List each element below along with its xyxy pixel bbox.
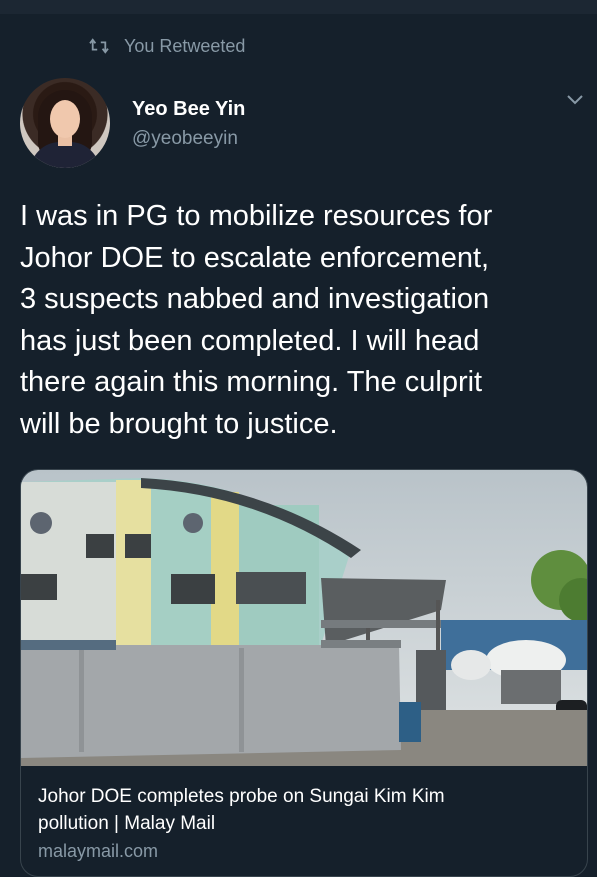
retweet-icon — [89, 38, 109, 54]
tweet-text: I was in PG to mobilize resources for Jo… — [20, 196, 590, 445]
tweet-line: 3 suspects nabbed and investigation — [20, 283, 490, 315]
link-card-body[interactable]: Johor DOE completes probe on Sungai Kim … — [21, 766, 587, 876]
tweet-line: has just been completed. I will head — [20, 324, 480, 357]
user-handle[interactable]: @yeobeeyin — [132, 128, 238, 150]
link-card-title-line: Johor DOE completes probe on Sungai Kim … — [38, 786, 445, 807]
link-card-title[interactable]: Johor DOE completes probe on Sungai Kim … — [38, 783, 568, 837]
link-card-title-line: pollution | Malay Mail — [38, 813, 216, 834]
chevron-down-icon[interactable] — [566, 93, 584, 107]
retweet-label: You Retweeted — [124, 35, 246, 56]
retweet-indicator: You Retweeted — [88, 34, 245, 58]
link-card[interactable]: Johor DOE completes probe on Sungai Kim … — [20, 469, 588, 877]
status-bar — [0, 0, 597, 14]
tweet-line: I was in PG to mobilize resources for — [20, 200, 493, 232]
avatar[interactable] — [20, 78, 110, 168]
article-photo[interactable] — [21, 470, 587, 766]
user-name[interactable]: Yeo Bee Yin — [132, 98, 245, 121]
tweet-line: will be brought to justice. — [20, 407, 338, 440]
tweet-line: there again this morning. The culprit — [20, 366, 483, 398]
tweet-line: Johor DOE to escalate enforcement, — [20, 241, 490, 274]
link-card-domain: malaymail.com — [38, 841, 159, 861]
